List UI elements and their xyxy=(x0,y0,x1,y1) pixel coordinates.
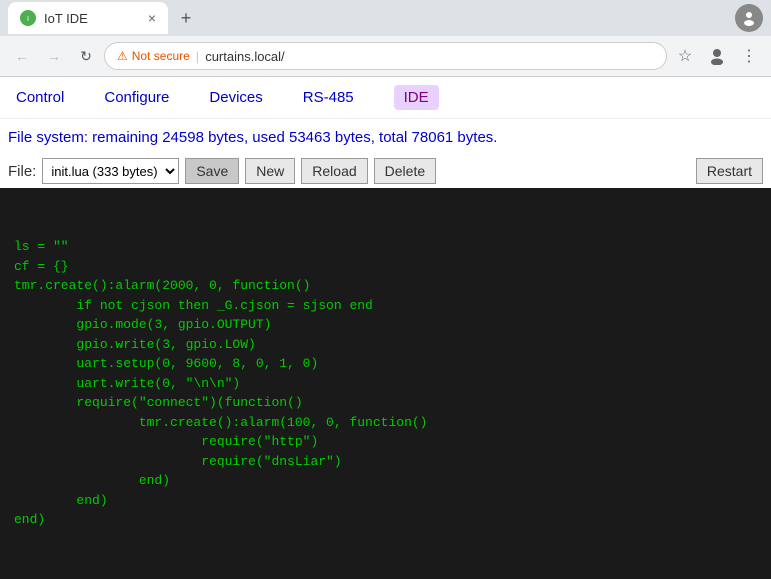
nav-bar: Control Configure Devices RS-485 IDE xyxy=(0,77,771,119)
delete-button[interactable]: Delete xyxy=(374,158,436,184)
security-warning: ⚠ Not secure xyxy=(117,49,190,63)
tab-bar: I IoT IDE × + xyxy=(0,0,771,36)
browser-tab[interactable]: I IoT IDE × xyxy=(8,2,168,34)
file-select[interactable]: init.lua (333 bytes) xyxy=(42,158,179,184)
new-tab-button[interactable]: + xyxy=(172,4,200,32)
profile-button[interactable] xyxy=(735,4,763,32)
refresh-button[interactable]: ↻ xyxy=(72,42,100,70)
file-bar: File: init.lua (333 bytes) Save New Relo… xyxy=(0,154,771,188)
bookmark-button[interactable]: ☆ xyxy=(671,42,699,70)
file-label: File: xyxy=(8,163,36,180)
restart-button[interactable]: Restart xyxy=(696,158,763,184)
forward-button[interactable]: → xyxy=(40,42,68,70)
ide-nav-link[interactable]: IDE xyxy=(394,85,439,110)
save-button[interactable]: Save xyxy=(185,158,239,184)
svg-text:I: I xyxy=(27,16,29,23)
browser-chrome: I IoT IDE × + ← → ↻ ⚠ Not secure | curta… xyxy=(0,0,771,77)
security-icon: ⚠ xyxy=(117,49,128,63)
reload-button[interactable]: Reload xyxy=(301,158,367,184)
page-content: Control Configure Devices RS-485 IDE Fil… xyxy=(0,77,771,579)
browser-menu-button[interactable]: ⋮ xyxy=(735,42,763,70)
code-editor[interactable]: ls = "" cf = {} tmr.create():alarm(2000,… xyxy=(0,188,771,579)
url-bar[interactable]: ⚠ Not secure | curtains.local/ xyxy=(104,42,667,70)
control-nav-link[interactable]: Control xyxy=(16,89,64,106)
filesystem-info: File system: remaining 24598 bytes, used… xyxy=(0,119,771,154)
tab-title: IoT IDE xyxy=(44,11,140,26)
tab-close-button[interactable]: × xyxy=(148,10,156,26)
tab-favicon: I xyxy=(20,10,36,26)
new-button[interactable]: New xyxy=(245,158,295,184)
code-content: ls = "" cf = {} tmr.create():alarm(2000,… xyxy=(14,237,757,530)
url-separator: | xyxy=(196,49,199,64)
user-account-button[interactable] xyxy=(703,42,731,70)
devices-nav-link[interactable]: Devices xyxy=(209,89,262,106)
rs485-nav-link[interactable]: RS-485 xyxy=(303,89,354,106)
security-text: Not secure xyxy=(132,49,190,63)
address-bar: ← → ↻ ⚠ Not secure | curtains.local/ ☆ ⋮ xyxy=(0,36,771,76)
back-button[interactable]: ← xyxy=(8,42,36,70)
configure-nav-link[interactable]: Configure xyxy=(104,89,169,106)
url-text: curtains.local/ xyxy=(205,49,284,64)
